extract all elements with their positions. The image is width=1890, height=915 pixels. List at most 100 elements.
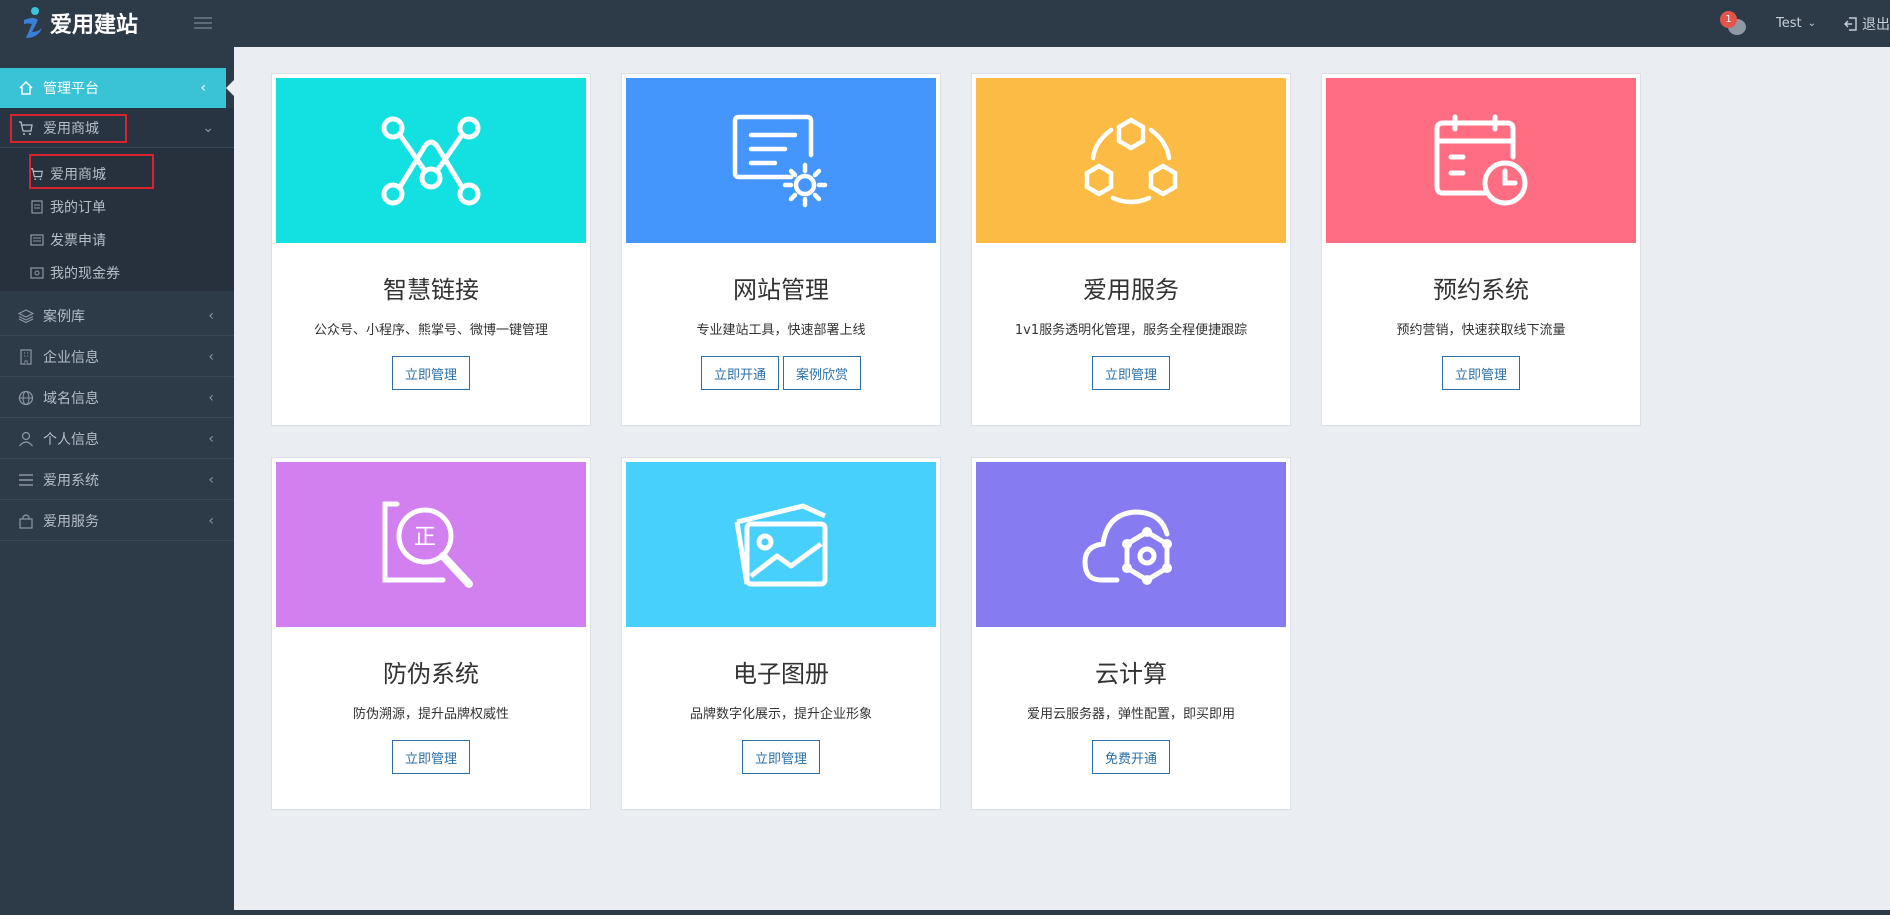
- card-description: 公众号、小程序、熊掌号、微博一键管理: [313, 323, 548, 338]
- product-card-cloud: 云计算 爱用云服务器，弹性配置，即买即用 免费开通: [971, 457, 1291, 810]
- sidebar-item-label: 企业信息: [43, 349, 99, 366]
- card-banner[interactable]: [1326, 78, 1636, 243]
- svg-text:正: 正: [414, 525, 436, 550]
- logout-icon: [1844, 16, 1857, 31]
- submenu-item-label: 发票申请: [50, 233, 106, 249]
- card-banner[interactable]: [626, 78, 936, 243]
- card-banner[interactable]: [976, 78, 1286, 243]
- card-title: 爱用服务: [1083, 276, 1179, 304]
- chevron-down-icon: ⌄: [1807, 18, 1816, 29]
- sidebar-item-service[interactable]: 爱用服务 ‹: [0, 501, 234, 541]
- submenu-item-invoice[interactable]: 发票申请: [30, 224, 106, 256]
- submenu-item-label: 我的现金券: [50, 266, 120, 282]
- manage-button[interactable]: 立即管理: [391, 356, 470, 390]
- top-header: 爱用建站 1 Test ⌄ 退出: [0, 0, 1890, 47]
- notification-badge: 1: [1720, 10, 1737, 28]
- chevron-left-icon: ‹: [208, 471, 214, 488]
- product-card-website: 网站管理 专业建站工具，快速部署上线 立即开通 案例欣赏: [621, 73, 941, 426]
- chevron-left-icon: ‹: [208, 430, 214, 447]
- card-description: 1v1服务透明化管理，服务全程便捷跟踪: [1014, 323, 1248, 338]
- logout-button[interactable]: 退出: [1844, 14, 1890, 34]
- building-icon: [18, 348, 34, 365]
- card-title: 云计算: [1095, 660, 1167, 688]
- free-activate-button[interactable]: 免费开通: [1091, 740, 1170, 774]
- sidebar-item-label: 个人信息: [43, 431, 99, 448]
- hexagon-cycle-icon: [1084, 116, 1178, 204]
- product-card-smart-link: 智慧链接 公众号、小程序、熊掌号、微博一键管理 立即管理: [271, 73, 591, 426]
- certificate-gear-icon: [732, 114, 828, 207]
- card-banner[interactable]: [626, 462, 936, 627]
- card-banner[interactable]: [276, 78, 586, 243]
- chevron-left-icon: ‹: [208, 389, 214, 406]
- cloud-gear-icon: [1082, 508, 1172, 585]
- product-card-booking: 预约系统 预约营销，快速获取线下流量 立即管理: [1321, 73, 1641, 426]
- chevron-left-icon: ‹: [208, 512, 214, 529]
- card-title: 网站管理: [733, 276, 829, 304]
- sidebar-item-label: 爱用服务: [43, 513, 99, 530]
- main-content: 智慧链接 公众号、小程序、熊掌号、微博一键管理 立即管理 网站管理 专业建站工具…: [234, 47, 1890, 910]
- sidebar-item-system[interactable]: 爱用系统 ‹: [0, 460, 234, 500]
- product-card-album: 电子图册 品牌数字化展示，提升企业形象 立即管理: [621, 457, 941, 810]
- highlight-box: [10, 114, 127, 143]
- layers-icon: [18, 308, 34, 324]
- sidebar-item-label: 管理平台: [43, 81, 99, 97]
- user-name: Test: [1776, 16, 1802, 31]
- card-description: 预约营销，快速获取线下流量: [1396, 323, 1566, 338]
- sidebar: 管理平台 ‹ 爱用商城 ⌄ 爱用商城 我的订单 发票申请 我的现金券 案例库 ‹…: [0, 47, 234, 915]
- submenu-item-label: 我的订单: [50, 200, 106, 216]
- document-icon: [30, 200, 44, 214]
- list-icon: [18, 472, 34, 488]
- card-title: 防伪系统: [383, 660, 479, 688]
- chevron-left-icon: ‹: [200, 80, 206, 96]
- logo-text: 爱用建站: [50, 13, 139, 38]
- sidebar-item-label: 域名信息: [43, 390, 99, 407]
- sidebar-item-profile[interactable]: 个人信息 ‹: [0, 419, 234, 459]
- manage-button[interactable]: 立即管理: [1091, 356, 1170, 390]
- search-verify-icon: 正: [382, 501, 473, 588]
- coupon-icon: [30, 266, 44, 280]
- product-card-service: 爱用服务 1v1服务透明化管理，服务全程便捷跟踪 立即管理: [971, 73, 1291, 426]
- chevron-left-icon: ‹: [208, 348, 214, 365]
- photo-album-icon: [734, 503, 828, 586]
- menu-toggle-icon[interactable]: [194, 17, 212, 31]
- bottom-bar: [0, 910, 1890, 915]
- submenu-item-coupon[interactable]: 我的现金券: [30, 257, 120, 289]
- sidebar-item-dashboard[interactable]: 管理平台 ‹: [0, 68, 234, 108]
- notification-button[interactable]: 1: [1720, 9, 1750, 39]
- bag-icon: [18, 513, 34, 529]
- card-banner[interactable]: 正: [276, 462, 586, 627]
- product-card-anticounterfeit: 正 防伪系统 防伪溯源，提升品牌权威性 立即管理: [271, 457, 591, 810]
- activate-button[interactable]: 立即开通: [700, 356, 779, 390]
- highlight-box: [29, 154, 154, 189]
- calendar-clock-icon: [1434, 114, 1528, 205]
- invoice-icon: [30, 233, 44, 247]
- chevron-down-icon: ⌄: [202, 119, 214, 136]
- card-title: 预约系统: [1433, 276, 1529, 304]
- logo[interactable]: 爱用建站: [20, 6, 138, 40]
- card-description: 爱用云服务器，弹性配置，即买即用: [1026, 707, 1235, 722]
- card-description: 防伪溯源，提升品牌权威性: [352, 707, 509, 722]
- user-icon: [18, 431, 34, 447]
- globe-icon: [18, 390, 34, 406]
- card-banner[interactable]: [976, 462, 1286, 627]
- manage-button[interactable]: 立即管理: [741, 740, 820, 774]
- sidebar-item-domain[interactable]: 域名信息 ‹: [0, 378, 234, 418]
- sidebar-item-label: 爱用系统: [43, 472, 99, 489]
- home-icon: [18, 80, 34, 96]
- chevron-left-icon: ‹: [208, 307, 214, 324]
- sidebar-item-label: 案例库: [43, 308, 85, 325]
- logo-icon: [24, 7, 42, 38]
- view-cases-button[interactable]: 案例欣赏: [783, 356, 862, 390]
- manage-button[interactable]: 立即管理: [391, 740, 470, 774]
- sidebar-item-company[interactable]: 企业信息 ‹: [0, 337, 234, 377]
- network-icon: [381, 116, 481, 205]
- sidebar-item-cases[interactable]: 案例库 ‹: [0, 296, 234, 336]
- card-description: 专业建站工具，快速部署上线: [696, 323, 866, 338]
- logout-label: 退出: [1862, 16, 1890, 33]
- user-menu[interactable]: Test ⌄: [1776, 16, 1816, 31]
- manage-button[interactable]: 立即管理: [1441, 356, 1520, 390]
- submenu-item-orders[interactable]: 我的订单: [30, 191, 106, 223]
- card-title: 智慧链接: [383, 276, 479, 304]
- card-description: 品牌数字化展示，提升企业形象: [689, 707, 872, 722]
- card-title: 电子图册: [733, 660, 829, 688]
